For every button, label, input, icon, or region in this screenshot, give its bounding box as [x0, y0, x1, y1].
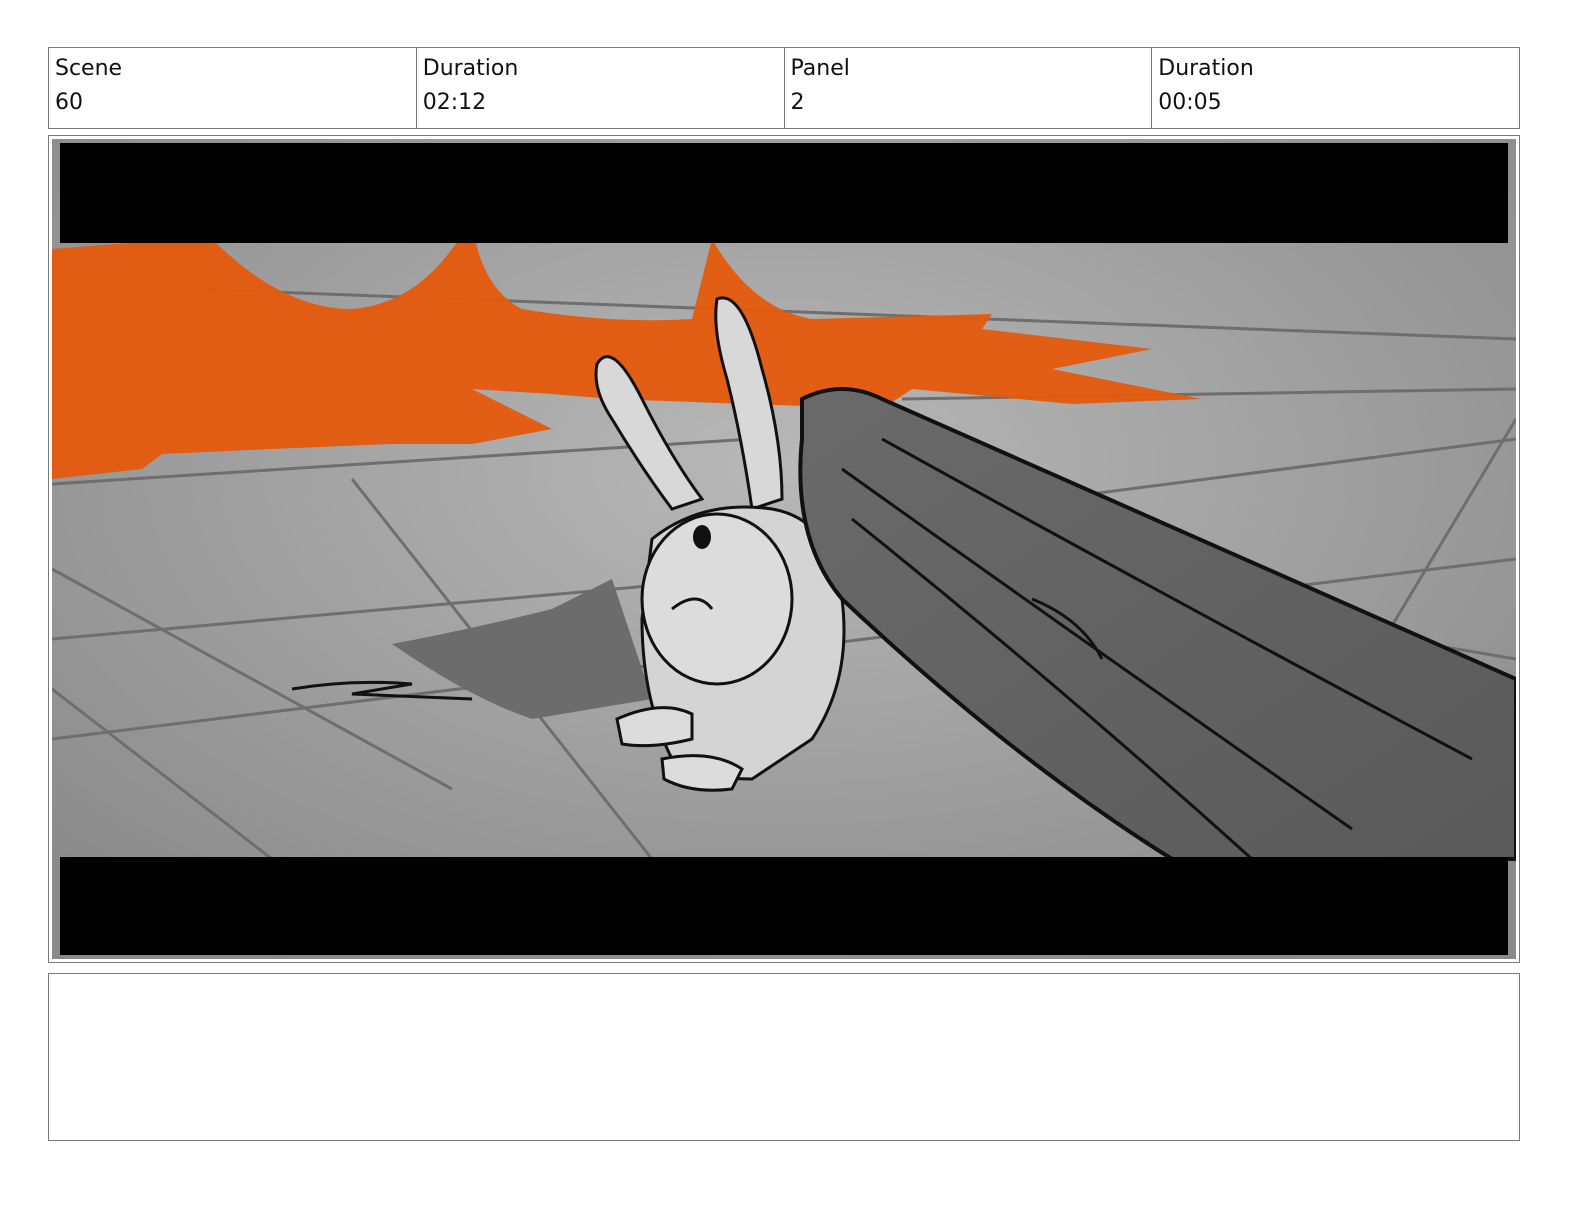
rabbit-head — [640, 512, 794, 686]
panel-cell: Panel 2 — [785, 48, 1153, 128]
letterbox-bottom — [60, 857, 1508, 955]
panel-info-header: Scene 60 Duration 02:12 Panel 2 Duration… — [48, 47, 1520, 129]
panel-label: Panel — [790, 56, 850, 81]
rabbit-eye — [693, 525, 711, 549]
scene-value: 60 — [55, 90, 83, 115]
panel-value: 2 — [790, 90, 805, 115]
panel-duration-cell: Duration 00:05 — [1152, 48, 1519, 128]
panel-notes-box — [48, 973, 1520, 1141]
storyboard-frame — [48, 135, 1520, 963]
panel-duration-label: Duration — [1158, 56, 1254, 81]
rabbit-front-paw — [615, 706, 694, 748]
scene-label: Scene — [55, 56, 123, 81]
panel-duration-value: 00:05 — [1158, 90, 1222, 115]
letterbox-top — [60, 143, 1508, 243]
storyboard-sketch-image — [52, 139, 1516, 959]
scene-duration-cell: Duration 02:12 — [417, 48, 785, 128]
scene-duration-value: 02:12 — [422, 90, 487, 115]
scene-cell: Scene 60 — [49, 48, 417, 128]
scene-duration-label: Duration — [422, 56, 519, 81]
